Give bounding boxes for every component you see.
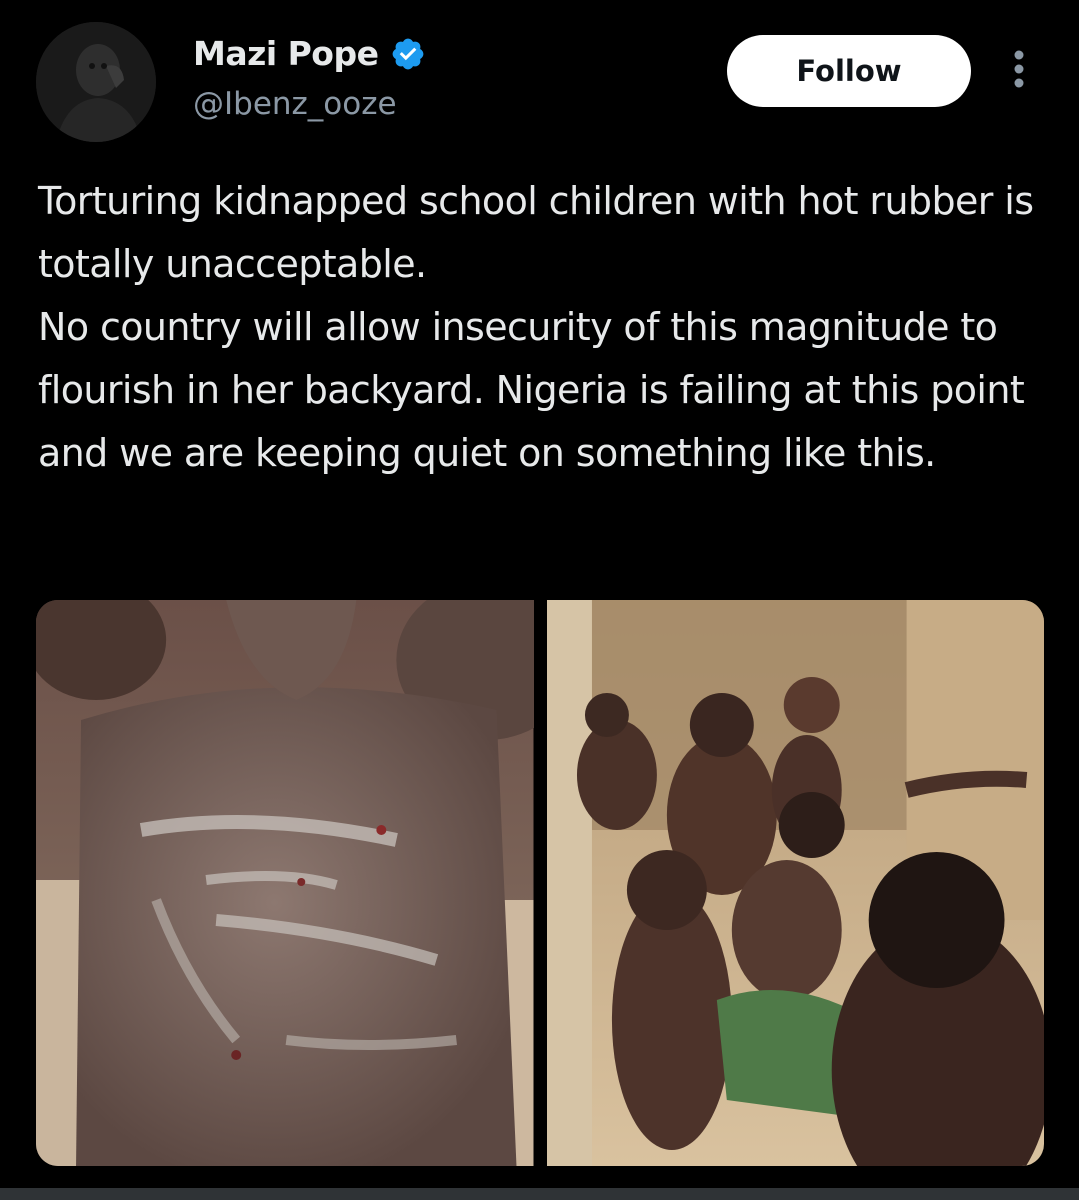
tweet-card: Mazi Pope @Ibenz_ooze Follow Torturing k…: [0, 0, 1079, 1200]
more-options-button[interactable]: [1004, 46, 1034, 96]
tweet-text-line-2: No country will allow insecurity of this…: [38, 305, 1025, 475]
media-photo-1[interactable]: [36, 600, 534, 1166]
media-grid: [36, 600, 1044, 1166]
tweet-text-line-1: Torturing kidnapped school children with…: [38, 179, 1034, 286]
author-display-name[interactable]: Mazi Pope: [193, 34, 379, 73]
verified-badge-icon: [390, 36, 426, 72]
follow-button[interactable]: Follow: [727, 35, 971, 107]
media-photo-2[interactable]: [546, 600, 1044, 1166]
avatar[interactable]: [36, 22, 156, 142]
bottom-divider: [0, 1188, 1079, 1200]
author-handle[interactable]: @Ibenz_ooze: [193, 86, 397, 122]
more-vertical-icon: [1012, 47, 1026, 95]
tweet-text: Torturing kidnapped school children with…: [38, 170, 1038, 485]
author-name-row[interactable]: Mazi Pope: [193, 34, 426, 73]
